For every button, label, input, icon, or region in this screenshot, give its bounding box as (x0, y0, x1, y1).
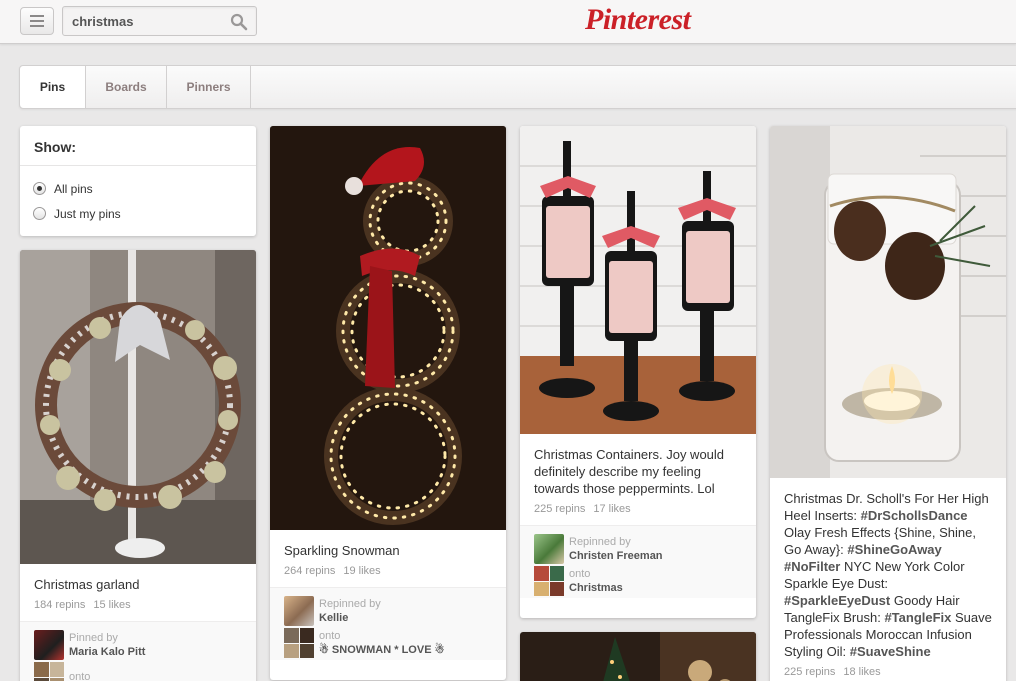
user-avatar[interactable] (534, 534, 564, 564)
pin-stats: 225 repins 17 likes (520, 503, 756, 525)
like-count: 18 likes (843, 666, 881, 678)
pin-card: Christmas garland 184 repins 15 likes Pin… (20, 250, 256, 681)
board-name[interactable]: ☃ SNOWMAN * LOVE ☃ (319, 643, 444, 657)
show-filter: Show: All pins Just my pins (20, 126, 256, 236)
like-count: 19 likes (343, 565, 381, 577)
hashtag-link[interactable]: #ShineGoAway (847, 542, 941, 557)
board-thumbnail[interactable] (284, 628, 314, 658)
pinner-name[interactable]: Maria Kalo Pitt (69, 645, 145, 659)
pin-stats: 264 repins 19 likes (270, 565, 506, 587)
board-thumbnail[interactable] (534, 566, 564, 596)
filter-option-my-pins[interactable]: Just my pins (20, 201, 256, 226)
onto-label: onto (69, 671, 91, 681)
pin-attribution: Pinned by Maria Kalo Pitt onto (20, 621, 256, 681)
repin-count: 264 repins (284, 565, 336, 577)
search-icon[interactable] (230, 13, 248, 31)
filter-option-all-pins[interactable]: All pins (20, 176, 256, 201)
pinner-name[interactable]: Christen Freeman (569, 549, 663, 563)
repin-count: 184 repins (34, 599, 86, 611)
pin-card (520, 632, 756, 681)
pin-image[interactable] (20, 250, 256, 564)
pin-description: Sparkling Snowman (284, 543, 400, 558)
pin-card: Christmas Dr. Scholl's For Her High Heel… (770, 126, 1006, 681)
pinterest-logo[interactable]: Pinterest (585, 3, 691, 37)
hashtag-link[interactable]: #SparkleEyeDust (784, 593, 890, 608)
like-count: 15 likes (93, 599, 131, 611)
onto-label: onto (319, 630, 341, 642)
pin-description: Christmas garland (34, 577, 140, 592)
hashtag-link[interactable]: #NoFilter (784, 559, 840, 574)
hashtag-link[interactable]: #TangleFix (884, 610, 951, 625)
pin-image[interactable] (520, 632, 756, 681)
board-name[interactable]: Christmas (569, 581, 623, 595)
user-avatar[interactable] (34, 630, 64, 660)
pin-stats: 184 repins 15 likes (20, 599, 256, 621)
radio-all-pins[interactable] (33, 182, 46, 195)
tab-pinners[interactable]: Pinners (167, 66, 251, 108)
pinner-name[interactable]: Kellie (319, 611, 381, 625)
pin-attribution: Repinned by Christen Freeman onto Christ… (520, 525, 756, 598)
radio-my-pins[interactable] (33, 207, 46, 220)
pin-card: Christmas Containers. Joy would definite… (520, 126, 756, 618)
search-input[interactable] (63, 7, 223, 35)
pin-description: Christmas Dr. Scholl's For Her High Heel… (784, 491, 992, 659)
pin-action-label: Repinned by (569, 536, 631, 548)
pin-attribution: Repinned by Kellie onto ☃ SNOWMAN * LOVE… (270, 587, 506, 660)
pin-image[interactable] (770, 126, 1006, 478)
tab-boards[interactable]: Boards (86, 66, 167, 108)
hamburger-icon[interactable] (20, 7, 54, 35)
board-thumbnail[interactable] (34, 662, 64, 681)
pin-image[interactable] (270, 126, 506, 530)
filter-option-label: Just my pins (54, 206, 121, 221)
pin-card: Sparkling Snowman 264 repins 19 likes Rep… (270, 126, 506, 680)
pin-image[interactable] (520, 126, 756, 434)
top-bar: Pinterest (0, 0, 1016, 44)
repin-count: 225 repins (534, 503, 586, 515)
hashtag-link[interactable]: #SuaveShine (850, 644, 931, 659)
user-avatar[interactable] (284, 596, 314, 626)
search-tabs: Pins Boards Pinners (19, 65, 1016, 109)
onto-label: onto (569, 568, 591, 580)
hashtag-link[interactable]: #DrSchollsDance (861, 508, 968, 523)
tab-pins[interactable]: Pins (20, 66, 86, 108)
pin-action-label: Pinned by (69, 632, 118, 644)
filter-option-label: All pins (54, 181, 93, 196)
search-box[interactable] (62, 6, 257, 36)
pin-description: Christmas Containers. Joy would definite… (534, 447, 725, 496)
show-filter-title: Show: (20, 126, 256, 166)
repin-count: 225 repins (784, 666, 836, 678)
like-count: 17 likes (593, 503, 631, 515)
pin-stats: 225 repins 18 likes (770, 666, 1006, 681)
pin-action-label: Repinned by (319, 598, 381, 610)
